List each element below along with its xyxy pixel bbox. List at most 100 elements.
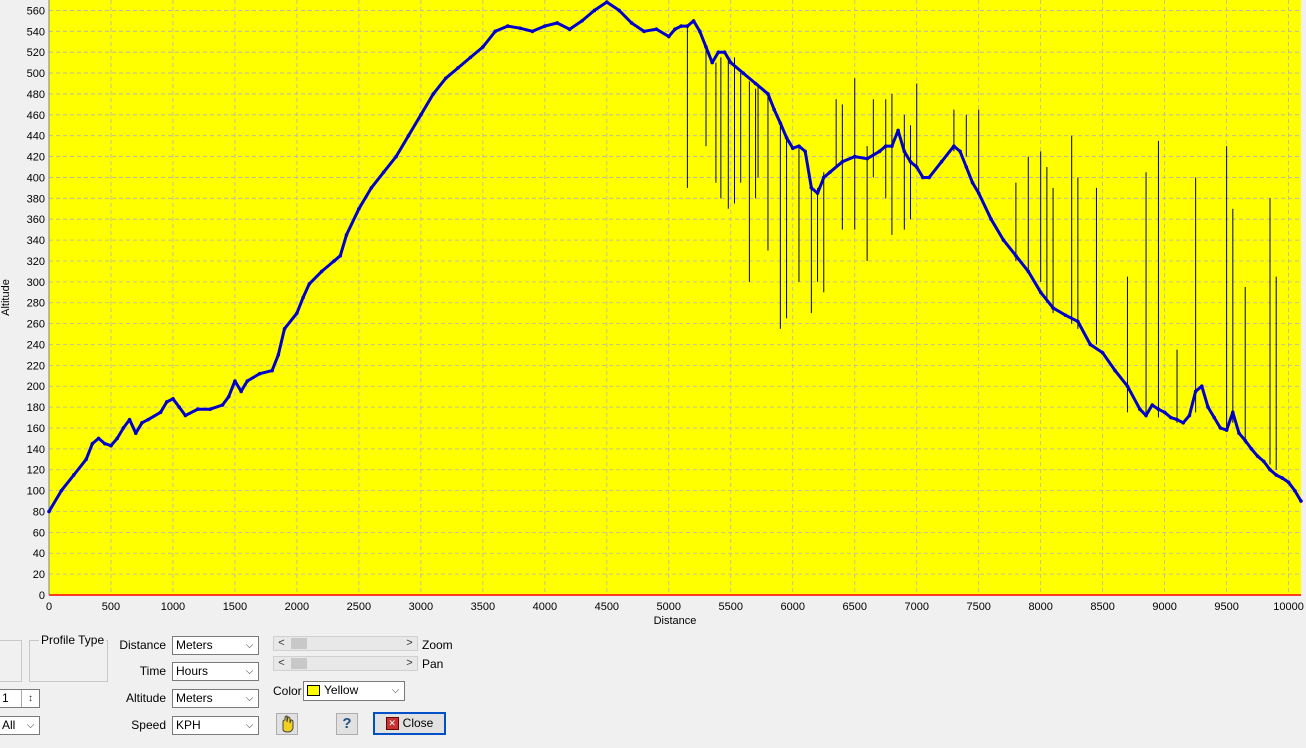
altitude-profile-chart: 0 20 40 60 80 100 120 140 160 180 200 220 240 260 280 3… [0,0,1304,627]
altitude-data-point [828,170,832,175]
distance-unit-value: Meters [176,638,213,652]
distance-unit-select[interactable]: Meters ⌵ [172,636,259,655]
close-button[interactable]: ✕ Close [373,712,446,735]
y-tick-label: 380 [27,193,45,205]
zoom-scroll-thumb[interactable] [291,638,307,649]
close-icon: ✕ [385,717,399,731]
color-label: Color [273,684,302,698]
altitude-data-point [1144,413,1148,418]
altitude-data-point [964,165,969,169]
altitude-label: Altitude [125,691,166,705]
altitude-data-point [195,407,200,411]
altitude-data-point [772,107,776,112]
altitude-data-point [381,170,386,175]
y-tick-label: 300 [27,277,45,289]
y-tick-label: 240 [27,339,45,351]
altitude-data-point [890,144,894,148]
altitude-unit-select[interactable]: Meters ⌵ [172,689,259,708]
pan-left-arrow-icon[interactable]: < [274,657,289,670]
hand-tool-button[interactable] [276,713,298,735]
altitude-data-point [567,27,572,32]
pan-label: Pan [422,657,444,671]
help-button[interactable]: ? [336,713,358,735]
altitude-data-point [406,133,411,138]
altitude-data-point [1249,447,1254,451]
altitude-data-point [369,186,374,190]
altitude-data-point [1169,415,1173,420]
altitude-data-point [1088,342,1093,347]
altitude-data-point [431,92,436,96]
y-tick-label: 40 [33,548,45,560]
chevron-down-icon: ⌵ [245,666,254,677]
pan-scrollbar[interactable]: < > [273,656,418,671]
zoom-left-arrow-icon[interactable]: < [274,637,289,650]
altitude-data-point [394,154,398,159]
time-unit-select[interactable]: Hours ⌵ [172,662,259,681]
altitude-data-point [456,66,460,70]
help-icon: ? [342,715,352,732]
x-tick-label: 9500 [1214,601,1238,613]
y-tick-label: 360 [27,214,45,226]
altitude-data-point [301,295,305,300]
speed-unit-select[interactable]: KPH ⌵ [172,716,259,735]
x-tick-label: 8500 [1090,601,1114,613]
altitude-data-point [1224,428,1229,432]
altitude-data-point [1293,488,1297,493]
altitude-data-point [518,26,522,30]
altitude-data-point [1156,407,1161,411]
altitude-data-point [257,371,262,376]
altitude-data-point [276,353,281,357]
altitude-data-point [1175,417,1179,422]
altitude-data-point [109,443,113,448]
altitude-data-point [1299,499,1303,503]
altitude-data-point [939,159,944,164]
x-tick-label: 10000 [1273,601,1304,613]
x-tick-label: 3000 [409,601,433,613]
close-label: Close [402,716,434,730]
altitude-data-point [821,175,826,180]
altitude-data-point [115,436,119,441]
x-tick-label: 5000 [657,601,681,613]
altitude-data-point [753,81,758,86]
y-tick-label: 200 [27,381,45,393]
altitude-data-point [710,60,714,65]
color-select[interactable]: Yellow ⌵ [303,681,405,701]
y-tick-label: 520 [27,47,45,59]
altitude-data-point [1162,410,1167,415]
altitude-data-point [102,441,107,446]
altitude-data-point [419,113,423,117]
y-tick-label: 540 [27,26,45,38]
x-tick-label: 6000 [781,601,805,613]
spin-arrows-icon[interactable]: ↕ [21,690,39,707]
pan-scroll-thumb[interactable] [291,658,307,669]
altitude-data-point [1231,410,1235,415]
altitude-data-point [307,282,312,286]
y-tick-label: 480 [27,89,45,101]
x-tick-label: 0 [46,601,52,613]
altitude-unit-value: Meters [176,691,213,705]
zoom-scrollbar[interactable]: < > [273,636,418,651]
altitude-data-point [1051,306,1055,310]
zoom-label: Zoom [422,638,453,652]
altitude-data-point [233,379,237,383]
altitude-data-point [344,233,349,237]
altitude-data-point [797,144,801,148]
x-tick-label: 1500 [223,601,247,613]
altitude-data-point [493,29,498,34]
altitude-data-point [741,71,745,75]
altitude-data-point [809,186,814,190]
altitude-data-point [1268,467,1272,472]
altitude-data-point [778,121,783,125]
altitude-data-point [481,45,485,49]
altitude-data-point [1001,238,1006,242]
color-swatch [307,685,320,697]
zoom-right-arrow-icon[interactable]: > [402,637,417,650]
altitude-data-point [766,92,770,96]
y-tick-label: 460 [27,110,45,122]
altitude-data-point [1255,454,1260,458]
pan-right-arrow-icon[interactable]: > [402,657,417,670]
altitude-data-point [840,159,845,164]
left-spin-field[interactable]: 1 ↕ [0,689,40,708]
x-tick-label: 500 [102,601,120,613]
left-filter-select[interactable]: All ⌵ [0,716,40,735]
